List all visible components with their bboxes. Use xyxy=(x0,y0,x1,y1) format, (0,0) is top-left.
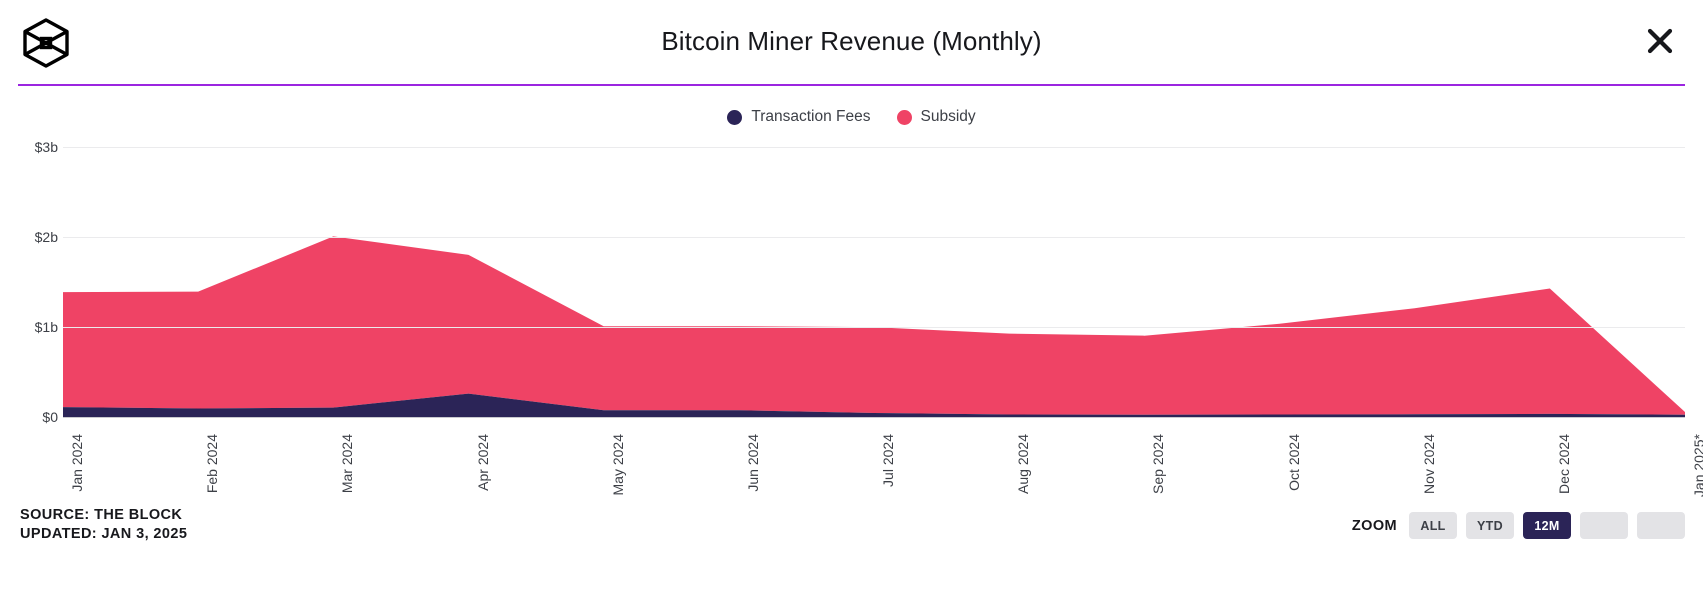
zoom-button-all[interactable]: ALL xyxy=(1409,512,1457,539)
y-axis-tick-label: $0 xyxy=(42,409,58,425)
chart-header: Bitcoin Miner Revenue (Monthly) xyxy=(0,0,1703,86)
x-axis-tick-label: Jan 2024 xyxy=(69,434,85,492)
legend-item[interactable]: Transaction Fees xyxy=(727,108,871,126)
x-axis-tick-label: Mar 2024 xyxy=(339,434,356,494)
x-axis-tick-label: Jan 2025* xyxy=(1691,434,1703,498)
chart-legend: Transaction Fees Subsidy xyxy=(0,108,1703,126)
gridline xyxy=(63,147,1685,149)
x-axis-tick-labels: Jan 2024 Feb 2024 Mar 2024 Apr 2024 May 2024… xyxy=(0,430,1703,510)
source-attribution: SOURCE: THE BLOCK UPDATED: JAN 3, 2025 xyxy=(20,506,187,544)
zoom-button-ytd[interactable]: YTD xyxy=(1466,512,1514,539)
x-axis-tick-label: Dec 2024 xyxy=(1555,434,1572,494)
x-axis-tick-label: Jun 2024 xyxy=(744,434,761,492)
chart-page: Bitcoin Miner Revenue (Monthly) Transact… xyxy=(0,0,1703,615)
x-axis-tick-label: Feb 2024 xyxy=(204,434,221,494)
zoom-button-3[interactable] xyxy=(1580,512,1628,539)
legend-item-label: Subsidy xyxy=(920,108,976,125)
gridline xyxy=(63,237,1685,239)
source-line: SOURCE: THE BLOCK xyxy=(20,507,183,523)
zoom-button-4[interactable] xyxy=(1637,512,1685,539)
x-axis-tick-label: Aug 2024 xyxy=(1015,434,1032,494)
x-axis-line xyxy=(63,417,1685,418)
stacked-area-series xyxy=(63,236,1685,417)
y-axis-tick-label: $2b xyxy=(34,229,58,246)
x-axis-tick-label: Apr 2024 xyxy=(474,434,491,491)
zoom-range-controls: ZOOM ALL YTD 12M xyxy=(1352,512,1685,539)
area-series-subsidy xyxy=(63,236,1685,415)
header-divider xyxy=(18,84,1685,86)
x-axis-tick-label: May 2024 xyxy=(609,434,626,496)
chart-plot-area: $0 $1b $2b $3b xyxy=(0,139,1703,430)
y-axis-tick-label: $1b xyxy=(34,319,58,336)
legend-swatch-icon xyxy=(896,109,912,125)
gridline xyxy=(63,327,1685,329)
legend-swatch-icon xyxy=(727,109,743,125)
x-axis-tick-label: Jul 2024 xyxy=(880,434,896,487)
updated-line: UPDATED: JAN 3, 2025 xyxy=(20,526,188,542)
page-title: Bitcoin Miner Revenue (Monthly) xyxy=(661,26,1042,56)
legend-item-label: Transaction Fees xyxy=(751,108,871,125)
y-axis-tick-label: $3b xyxy=(34,139,58,156)
legend-item[interactable]: Subsidy xyxy=(896,108,976,126)
x-axis-tick-label: Sep 2024 xyxy=(1150,434,1167,494)
zoom-label: ZOOM xyxy=(1351,517,1397,534)
close-icon xyxy=(1647,28,1673,54)
x-axis-tick-label: Nov 2024 xyxy=(1420,434,1437,494)
x-axis-tick-label: Oct 2024 xyxy=(1285,434,1302,491)
zoom-button-12m[interactable]: 12M xyxy=(1523,512,1571,539)
close-button[interactable] xyxy=(1637,18,1683,64)
